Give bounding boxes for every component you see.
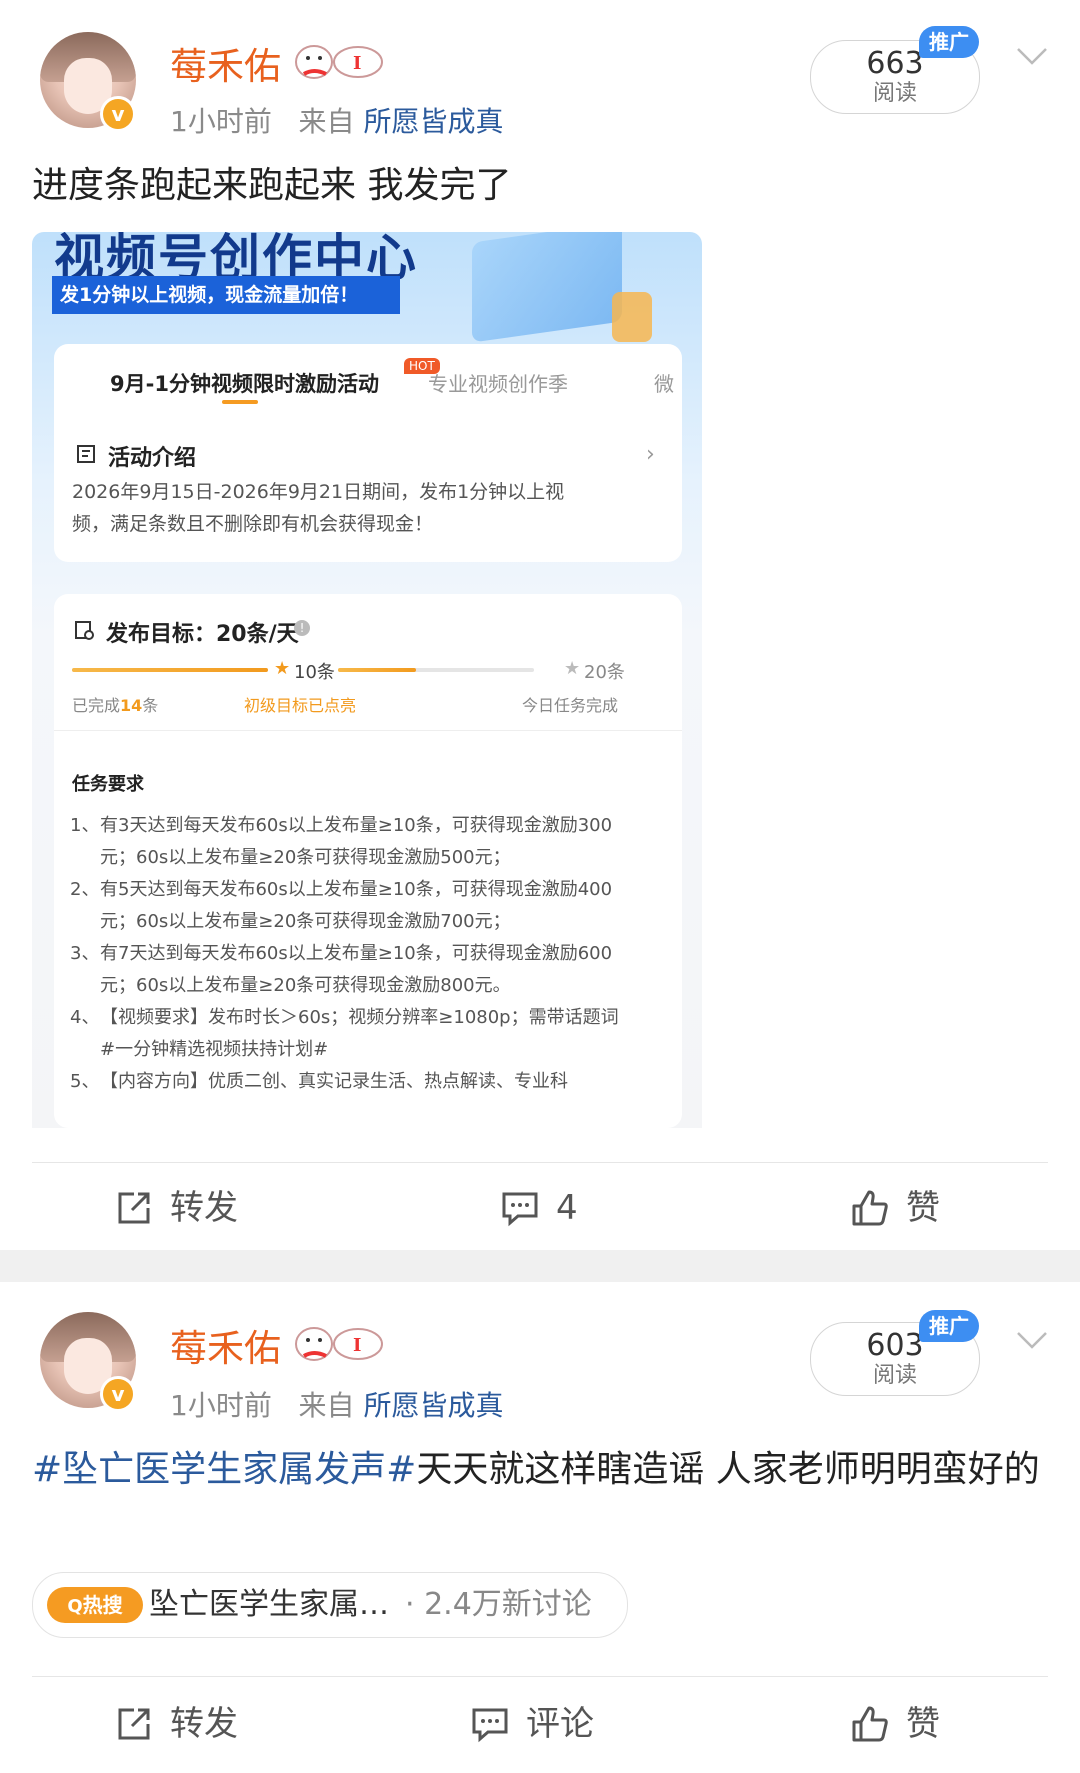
from-prefix: 来自 [298, 105, 355, 138]
verified-badge-icon: v [100, 96, 136, 132]
chevron-down-icon[interactable] [1016, 46, 1048, 66]
image-banner: 发1分钟以上视频，现金流量加倍！ [52, 276, 400, 314]
comment-icon [472, 1708, 508, 1743]
tab-truncated: 微 [654, 372, 674, 396]
post-meta: 1小时前 来自 所愿皆成真 [170, 100, 503, 140]
star-icon: ★ [564, 658, 581, 679]
star-icon: ★ [274, 658, 291, 679]
info-icon[interactable]: ! [294, 620, 310, 636]
read-label: 阅读 [872, 81, 917, 106]
goal-title: 发布目标：20条/天 [106, 622, 299, 647]
task-item: 2、 有5天达到每天发布60s以上发布量≥10条，可获得现金激励400元；60s以… [70, 879, 613, 932]
tab-creation-season: 专业视频创作季 [428, 372, 568, 396]
done-number: 14 [120, 696, 143, 715]
task-item: 3、 有7天达到每天发布60s以上发布量≥10条，可获得现金激励600元；60s以… [70, 943, 613, 996]
repost-button[interactable]: 转发 [114, 1188, 274, 1228]
comment-count: 4 [556, 1188, 578, 1228]
task-item: 5、 【内容方向】优质二创、真实记录生活、热点解读、专业科 [70, 1071, 568, 1092]
feed-separator [0, 1250, 1080, 1282]
post-text: 进度条跑起来跑起来 我发完了 [32, 165, 512, 206]
task-title: 任务要求 [72, 774, 144, 795]
post-body: 天天就这样瞎造谣 人家老师明明蛮好的 [416, 1449, 1040, 1490]
svg-text:I: I [353, 53, 361, 74]
topic-name: 坠亡医学生家属… [149, 1587, 389, 1622]
like-label: 赞 [906, 1188, 940, 1228]
level1-status: 初级目标已点亮 [244, 696, 357, 715]
chevron-down-icon[interactable] [1016, 1330, 1048, 1350]
post-time: 1小时前 [170, 105, 272, 138]
done-suffix: 条 [142, 696, 159, 715]
promo-tag: 推广 [919, 26, 979, 58]
clipboard-icon [75, 621, 94, 640]
task-item: 1、 有3天达到每天发布60s以上发布量≥10条，可获得现金激励300元；60s以… [70, 815, 613, 868]
from-prefix: 来自 [298, 1389, 355, 1422]
intro-title: 活动介绍 [108, 446, 197, 471]
tab-underline [222, 400, 258, 404]
repost-icon [118, 1708, 150, 1740]
task-list: 1、 有3天达到每天发布60s以上发布量≥10条，可获得现金激励300元；60s以… [68, 810, 628, 1098]
repost-label: 转发 [170, 1704, 238, 1744]
today-status: 今日任务完成 [522, 696, 619, 715]
fan-badge-icon: I [295, 1327, 383, 1361]
repost-icon [118, 1192, 150, 1224]
verified-badge-icon: v [100, 1376, 136, 1412]
post-image[interactable]: 视频号创作中心 发1分钟以上视频，现金流量加倍！ 9月-1分钟视频限时激励活动 … [32, 232, 702, 1128]
hot-search-label: 热搜 [82, 1593, 123, 1617]
username[interactable]: 莓禾佑 [170, 1318, 281, 1372]
divider [54, 730, 682, 731]
document-icon [77, 445, 95, 463]
decorative-play-panel [472, 232, 622, 343]
intro-body: 2026年9月15日-2026年9月21日期间，发布1分钟以上视频，满足条数且不… [72, 481, 565, 535]
milestone-2-label: 20条 [584, 662, 625, 683]
milestone-1-label: 10条 [294, 662, 335, 683]
read-label: 阅读 [872, 1363, 917, 1388]
post-meta: 1小时前 来自 所愿皆成真 [170, 1384, 503, 1424]
like-button[interactable]: 赞 [850, 1704, 970, 1744]
comment-button[interactable]: 评论 [470, 1704, 640, 1744]
post-text: #坠亡医学生家属发声#天天就这样瞎造谣 人家老师明明蛮好的 [32, 1440, 1042, 1500]
thumbs-up-decoration-icon [612, 292, 652, 342]
goal-card: 发布目标：20条/天 ! ★ 10条 ★ 20条 已完成14条 初级目标已点亮 … [54, 594, 682, 1128]
weibo-post: v 莓禾佑 I 1小时前 来自 所愿皆成真 663 阅读 推广 进度条跑起来跑起… [0, 0, 1080, 1250]
hot-search-badge: Q热搜 [47, 1587, 143, 1623]
like-label: 赞 [906, 1704, 940, 1744]
comment-icon [502, 1192, 538, 1227]
task-item: 4、 【视频要求】发布时长＞60s；视频分辨率≥1080p；需带话题词#一分钟精选… [70, 1007, 619, 1060]
hot-topic-card[interactable]: Q热搜 坠亡医学生家属… · 2.4万新讨论 [32, 1572, 628, 1638]
source-link[interactable]: 所愿皆成真 [363, 105, 503, 138]
svg-text:I: I [353, 1335, 361, 1356]
topic-discussion-count: · 2.4万新讨论 [405, 1587, 592, 1622]
like-button[interactable]: 赞 [850, 1188, 970, 1228]
source-link[interactable]: 所愿皆成真 [363, 1389, 503, 1422]
post-time: 1小时前 [170, 1389, 272, 1422]
search-icon: Q [67, 1596, 83, 1617]
comment-label: 评论 [526, 1704, 594, 1744]
thumbs-up-icon [852, 1706, 888, 1742]
tab-activity: 9月-1分钟视频限时激励活动 [110, 372, 379, 396]
divider [32, 1162, 1048, 1163]
username[interactable]: 莓禾佑 [170, 36, 281, 90]
fan-badge-icon: I [295, 45, 383, 79]
comment-button[interactable]: 4 [500, 1188, 620, 1228]
thumbs-up-icon [852, 1190, 888, 1226]
done-prefix: 已完成 [72, 696, 121, 715]
completed-count: 已完成14条 [72, 692, 158, 716]
progress-fill-1 [72, 668, 268, 672]
repost-button[interactable]: 转发 [114, 1704, 274, 1744]
progress-fill-2 [338, 668, 417, 672]
hashtag-link[interactable]: #坠亡医学生家属发声# [32, 1449, 416, 1490]
promo-tag: 推广 [919, 1310, 979, 1342]
chevron-right-icon: › [646, 442, 655, 467]
repost-label: 转发 [170, 1188, 238, 1228]
activity-card: 9月-1分钟视频限时激励活动 HOT 专业视频创作季 微 活动介绍 › 2026… [54, 344, 682, 562]
divider [32, 1676, 1048, 1677]
